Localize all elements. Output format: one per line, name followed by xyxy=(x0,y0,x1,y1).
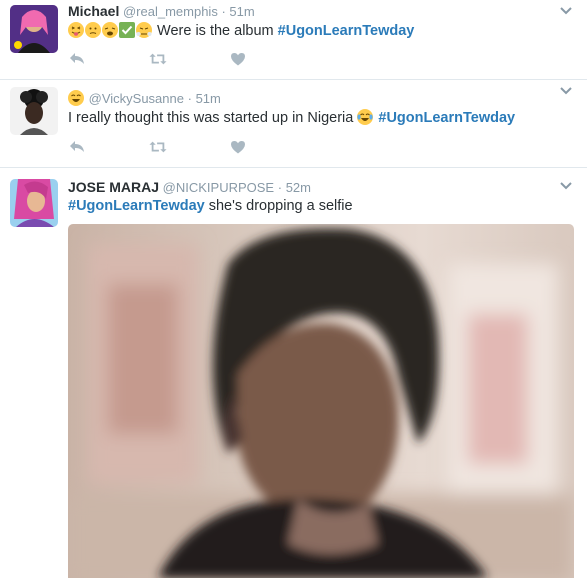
squinting-tongue-emoji xyxy=(68,22,84,38)
avatar[interactable] xyxy=(10,87,58,135)
laughing-face-emoji xyxy=(68,90,84,106)
tweet-media-photo[interactable] xyxy=(68,224,574,578)
retweet-icon[interactable] xyxy=(149,139,167,155)
reply-icon[interactable] xyxy=(68,51,86,67)
timestamp[interactable]: 51m xyxy=(196,91,221,106)
avatar[interactable] xyxy=(10,5,58,53)
like-icon[interactable] xyxy=(229,139,247,155)
avatar[interactable] xyxy=(10,179,58,227)
username[interactable]: @real_memphis xyxy=(123,4,218,19)
display-name[interactable]: JOSE MARAJ xyxy=(68,179,159,195)
tweet-actions xyxy=(68,51,247,67)
like-icon[interactable] xyxy=(229,51,247,67)
separator: · xyxy=(221,4,226,19)
retweet-icon[interactable] xyxy=(149,51,167,67)
chevron-down-icon[interactable] xyxy=(559,86,573,96)
tweet-1[interactable]: Michael @real_memphis · 51m Were is the … xyxy=(0,0,587,80)
tweet-body: Were is the album xyxy=(157,23,274,39)
username[interactable]: @VickySusanne xyxy=(89,91,184,106)
timestamp[interactable]: 51m xyxy=(229,4,254,19)
username[interactable]: @NICKIPURPOSE xyxy=(163,180,274,195)
tweet-body: I really thought this was started up in … xyxy=(68,110,354,126)
reply-icon[interactable] xyxy=(68,139,86,155)
hashtag-link[interactable]: #UgonLearnTewday xyxy=(278,23,415,39)
chevron-down-icon[interactable] xyxy=(559,6,573,16)
tweet-actions xyxy=(68,139,247,155)
tweet-header: Michael @real_memphis · 51m xyxy=(68,3,255,20)
hashtag-link[interactable]: #UgonLearnTewday xyxy=(68,198,205,214)
tweet-text: Were is the album #UgonLearnTewday xyxy=(68,22,414,41)
tweet-2[interactable]: @VickySusanne · 51m I really thought thi… xyxy=(0,80,587,168)
weary-face-emoji xyxy=(102,22,118,38)
display-name[interactable]: Michael xyxy=(68,3,119,19)
check-mark-emoji xyxy=(119,22,135,38)
hashtag-link[interactable]: #UgonLearnTewday xyxy=(378,110,515,126)
tweet-body: she's dropping a selfie xyxy=(208,198,353,214)
confused-face-emoji xyxy=(85,22,101,38)
tweet-header: @VickySusanne · 51m xyxy=(68,90,221,107)
tweet-header: JOSE MARAJ @NICKIPURPOSE · 52m xyxy=(68,179,311,196)
tears-of-joy-emoji xyxy=(357,109,374,125)
separator: · xyxy=(277,180,283,195)
tweet-text: #UgonLearnTewday she's dropping a selfie xyxy=(68,197,353,216)
tweet-text: I really thought this was started up in … xyxy=(68,109,515,128)
separator: · xyxy=(187,91,192,106)
timestamp[interactable]: 52m xyxy=(286,180,311,195)
steam-nose-face-emoji xyxy=(136,22,152,38)
chevron-down-icon[interactable] xyxy=(559,181,573,191)
